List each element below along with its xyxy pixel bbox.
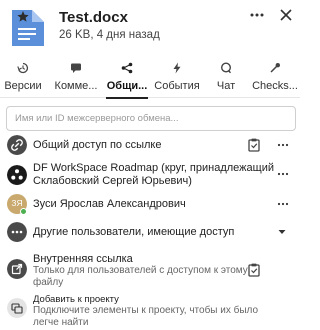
chat-icon (220, 62, 232, 74)
tab-label: Комме... (54, 80, 98, 92)
others-label: Другие пользователи, имеющие доступ (33, 226, 235, 238)
add-project-desc-line2: легче найти (33, 317, 89, 328)
circle-name-line1: DF WorkSpace Roadmap (круг, принадлежащи… (33, 162, 274, 174)
tab-comments[interactable]: Комме... (52, 58, 100, 98)
tab-label: Общи... (106, 80, 148, 92)
tab-label: События (154, 80, 200, 92)
sidebar-tabs: Версии Комме... Общи... События Чат Chec… (0, 58, 300, 99)
user-name: Зуси Ярослав Александрович (33, 198, 186, 210)
tab-versions[interactable]: Версии (0, 58, 46, 98)
share-search-input[interactable] (6, 106, 296, 131)
file-title: Test.docx (59, 9, 128, 26)
share-row-internal-link: Внутренняя ссылка Только для пользовател… (0, 251, 300, 288)
circle-group-icon (7, 165, 27, 185)
copy-link-icon[interactable] (248, 138, 260, 152)
more-options-icon[interactable] (277, 201, 289, 207)
link-icon (7, 135, 27, 155)
more-users-icon (7, 222, 27, 242)
tab-sharing[interactable]: Общи... (104, 58, 150, 99)
copy-link-icon[interactable] (248, 263, 260, 277)
share-row-public-link: Общий доступ по ссылке (0, 133, 300, 157)
internal-link-desc-line2: файлу (33, 277, 64, 288)
add-to-project[interactable]: Добавить к проекту Подключите элементы к… (0, 292, 300, 328)
tab-checks[interactable]: Checks... (250, 58, 300, 98)
checks-icon (270, 63, 280, 73)
tab-label: Версии (4, 80, 42, 92)
share-row-circle: DF WorkSpace Roadmap (круг, принадлежащи… (0, 159, 300, 191)
avatar-initials: ЗЯ (11, 198, 23, 208)
chevron-down-icon[interactable] (278, 229, 286, 235)
share-row-user: ЗЯ Зуси Ярослав Александрович (0, 192, 300, 216)
more-options-icon[interactable] (249, 9, 265, 21)
share-icon (121, 62, 133, 74)
file-meta: 26 KB, 4 дня назад (59, 29, 160, 41)
external-link-icon (7, 259, 27, 279)
history-icon (17, 62, 29, 74)
close-icon[interactable] (279, 8, 293, 22)
status-dot (20, 208, 27, 215)
internal-link-desc-line1: Только для пользователей с доступом к эт… (33, 265, 248, 276)
tab-label: Чат (216, 80, 236, 92)
tab-label: Checks... (252, 80, 298, 92)
tab-chat[interactable]: Чат (206, 58, 246, 98)
tab-activity[interactable]: События (154, 58, 200, 98)
more-options-icon[interactable] (277, 142, 289, 148)
project-icon (7, 298, 27, 318)
activity-icon (173, 62, 181, 74)
circle-name-line2: Склабовский Сергей Юрьевич) (33, 175, 192, 187)
avatar: ЗЯ (7, 194, 27, 215)
add-project-desc-line1: Подключите элементы к проекту, чтобы их … (33, 305, 259, 316)
comment-icon (71, 63, 81, 73)
more-options-icon[interactable] (277, 171, 289, 177)
share-label: Общий доступ по ссылке (33, 139, 162, 151)
file-header: Test.docx 26 KB, 4 дня назад (0, 0, 300, 52)
document-file-icon (12, 10, 44, 46)
share-row-others[interactable]: Другие пользователи, имеющие доступ (0, 220, 300, 244)
